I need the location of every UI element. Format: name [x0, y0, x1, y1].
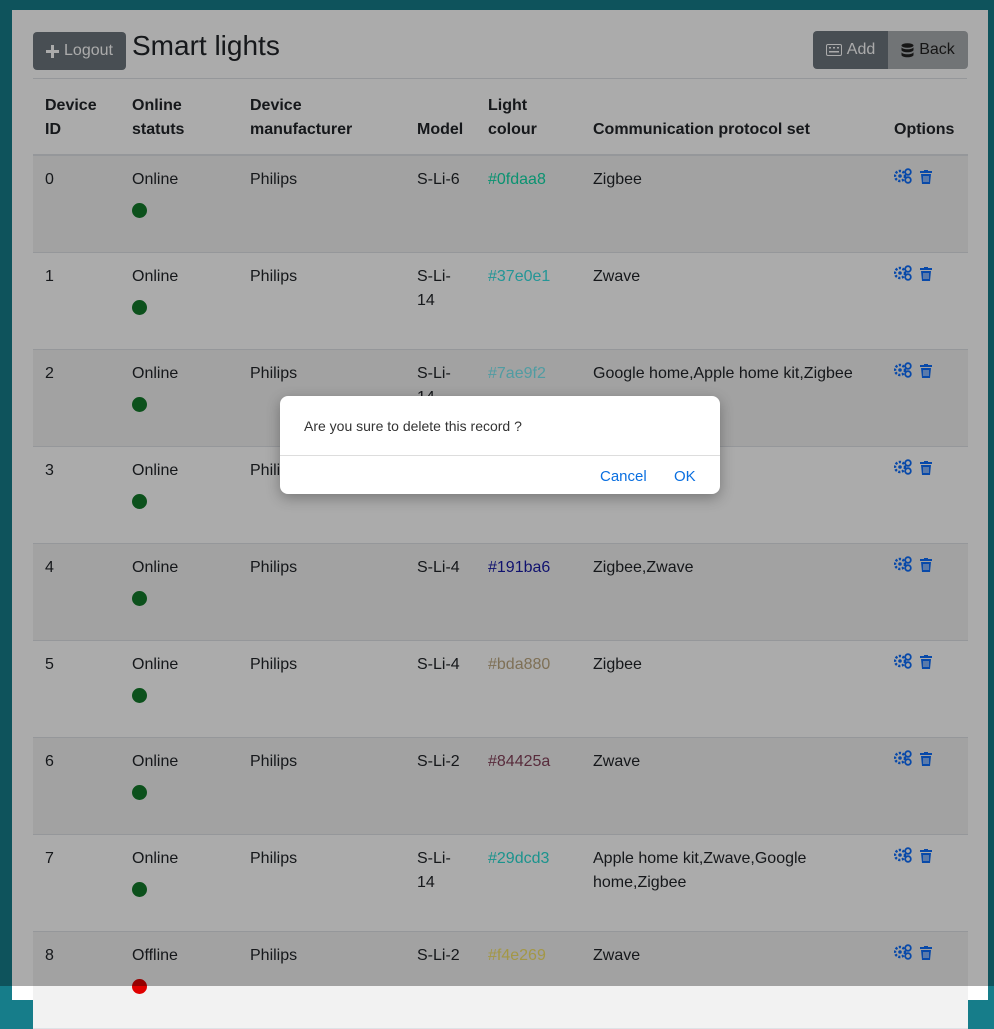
confirm-dialog: Are you sure to delete this record ? Can… [280, 396, 720, 494]
dialog-divider [280, 455, 720, 456]
ok-button[interactable]: OK [674, 468, 696, 485]
dialog-message: Are you sure to delete this record ? [304, 418, 522, 434]
cancel-button[interactable]: Cancel [600, 468, 647, 485]
